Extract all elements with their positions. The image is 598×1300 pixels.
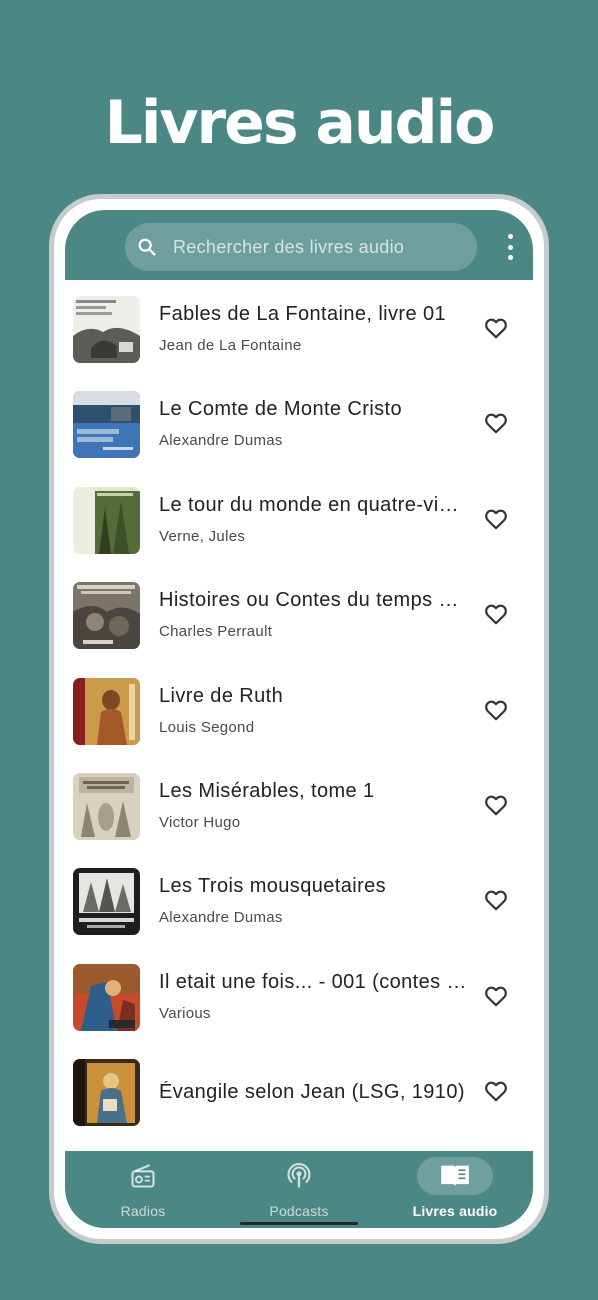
book-author: Various: [159, 1004, 211, 1022]
book-author: Louis Segond: [159, 718, 255, 736]
book-title: Livre de Ruth: [159, 684, 284, 707]
list-item[interactable]: Il etait une fois... - 001 (contes pour …: [65, 948, 533, 1043]
book-author: Verne, Jules: [159, 527, 246, 545]
list-item[interactable]: Le Comte de Monte Cristo Alexandre Dumas: [65, 375, 533, 470]
book-cover-image: [73, 296, 140, 363]
book-author: Victor Hugo: [159, 813, 241, 831]
book-author: Charles Perrault: [159, 623, 273, 641]
favorite-heart-icon[interactable]: [483, 1078, 509, 1104]
favorite-heart-icon[interactable]: [483, 601, 509, 627]
nav-tab-podcasts[interactable]: Podcasts: [221, 1151, 377, 1228]
nav-label-podcasts: Podcasts: [269, 1203, 329, 1219]
favorite-heart-icon[interactable]: [483, 697, 509, 723]
list-item[interactable]: Les Misérables, tome 1 Victor Hugo: [65, 757, 533, 852]
bottom-navigation: Radios Podcasts Livres audio: [65, 1151, 533, 1228]
search-input[interactable]: Rechercher des livres audio: [125, 223, 477, 271]
nav-tab-radios[interactable]: Radios: [65, 1151, 221, 1228]
book-author: Alexandre Dumas: [159, 432, 283, 450]
list-item[interactable]: Histoires ou Contes du temps passé Charl…: [65, 566, 533, 661]
book-cover-image: [73, 486, 140, 554]
book-cover-image: [73, 391, 140, 459]
book-cover-image: [73, 868, 140, 936]
radio-icon: [131, 1164, 155, 1188]
search-placeholder: Rechercher des livres audio: [173, 236, 405, 257]
book-title: Fables de La Fontaine, livre 01: [159, 303, 447, 325]
book-cover-image: [73, 582, 140, 650]
favorite-heart-icon[interactable]: [483, 983, 509, 1009]
favorite-heart-icon[interactable]: [483, 315, 509, 341]
book-author: Alexandre Dumas: [159, 909, 283, 927]
book-title: Le tour du monde en quatre-vingt jours: [159, 493, 469, 516]
nav-label-livres-audio: Livres audio: [412, 1203, 498, 1219]
book-cover-image: [73, 963, 140, 1031]
list-item[interactable]: Livre de Ruth Louis Segond: [65, 662, 533, 757]
list-item[interactable]: Les Trois mousquetaires Alexandre Dumas: [65, 852, 533, 947]
nav-label-radios: Radios: [120, 1203, 166, 1219]
book-author: Jean de La Fontaine: [159, 337, 302, 354]
list-item[interactable]: Évangile selon Jean (LSG, 1910): [65, 1043, 533, 1138]
list-item[interactable]: Fables de La Fontaine, livre 01 Jean de …: [65, 280, 533, 375]
app-screen: Rechercher des livres audio Fables de La…: [65, 210, 533, 1228]
book-cover-image: [73, 1059, 140, 1127]
book-title: Évangile selon Jean (LSG, 1910): [159, 1081, 465, 1104]
search-icon: [135, 235, 159, 259]
audiobook-list: Fables de La Fontaine, livre 01 Jean de …: [65, 280, 533, 1139]
favorite-heart-icon[interactable]: [483, 506, 509, 532]
home-indicator: [240, 1222, 358, 1225]
book-title: Histoires ou Contes du temps passé: [159, 589, 469, 612]
book-cover-image: [73, 677, 140, 745]
favorite-heart-icon[interactable]: [483, 410, 509, 436]
top-app-bar: Rechercher des livres audio: [65, 210, 533, 280]
page-hero-title: Livres audio: [104, 88, 496, 158]
favorite-heart-icon[interactable]: [483, 887, 509, 913]
book-title: Le Comte de Monte Cristo: [159, 398, 403, 421]
book-title: Il etait une fois... - 001 (contes pour …: [159, 970, 469, 993]
book-icon: [441, 1165, 469, 1187]
nav-tab-livres-audio[interactable]: Livres audio: [377, 1151, 533, 1228]
more-options-icon[interactable]: [501, 234, 519, 260]
podcast-icon: [287, 1163, 311, 1188]
book-title: Les Misérables, tome 1: [159, 779, 375, 802]
book-cover-image: [73, 772, 140, 840]
favorite-heart-icon[interactable]: [483, 792, 509, 818]
book-title: Les Trois mousquetaires: [159, 875, 387, 898]
list-item[interactable]: Le tour du monde en quatre-vingt jours V…: [65, 471, 533, 566]
